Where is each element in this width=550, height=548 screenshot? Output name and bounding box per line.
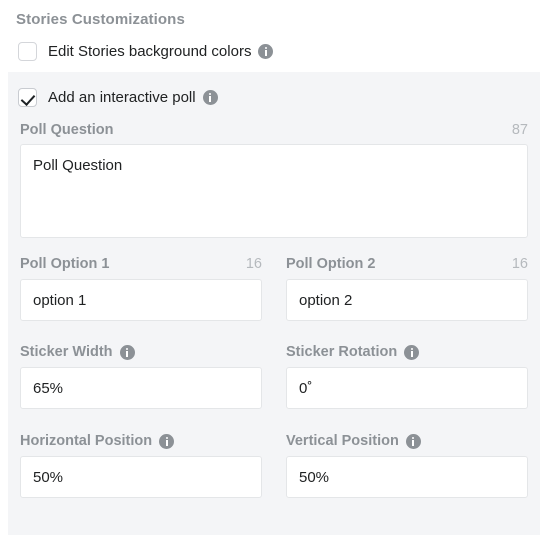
field-header: Vertical Position (286, 432, 528, 450)
field-horizontal-position: Horizontal Position (20, 432, 262, 498)
field-label-poll-question: Poll Question (20, 122, 114, 138)
field-header: Sticker Rotation (286, 343, 528, 361)
field-header: Horizontal Position (20, 432, 262, 450)
vertical-position-input[interactable] (286, 456, 528, 498)
checkbox-label-edit-stories-background-colors[interactable]: Edit Stories background colors (48, 43, 251, 60)
field-label-sticker-width: Sticker Width (20, 344, 113, 360)
poll-question-input[interactable] (20, 144, 528, 238)
poll-option-2-input[interactable] (286, 279, 528, 321)
field-sticker-width: Sticker Width (20, 343, 262, 409)
field-header: Poll Option 2 16 (286, 255, 528, 273)
field-label-wrap-vertical-position: Vertical Position (286, 433, 421, 449)
sticker-rotation-input[interactable] (286, 367, 528, 409)
info-icon[interactable] (159, 433, 175, 449)
checkbox-edit-stories-background-colors[interactable] (18, 41, 37, 61)
info-icon[interactable] (202, 89, 218, 105)
horizontal-position-input[interactable] (20, 456, 262, 498)
info-icon[interactable] (405, 433, 421, 449)
info-icon[interactable] (119, 344, 135, 360)
field-header: Poll Option 1 16 (20, 255, 262, 273)
field-label-horizontal-position: Horizontal Position (20, 433, 153, 449)
field-label-poll-option-2: Poll Option 2 (286, 256, 376, 272)
field-header: Sticker Width (20, 343, 262, 361)
char-counter-poll-option-2: 16 (511, 256, 528, 272)
field-label-wrap-horizontal-position: Horizontal Position (20, 433, 175, 449)
field-poll-option-2: Poll Option 2 16 (286, 255, 528, 321)
sticker-size-row: Sticker Width Sticker Rotation (20, 343, 528, 409)
char-counter-poll-question: 87 (511, 122, 528, 138)
poll-options-row: Poll Option 1 16 Poll Option 2 16 (20, 255, 528, 321)
field-poll-question: Poll Question 87 (20, 122, 528, 238)
option-row-edit-background: Edit Stories background colors (18, 36, 274, 66)
field-poll-option-1: Poll Option 1 16 (20, 255, 262, 321)
field-vertical-position: Vertical Position (286, 432, 528, 498)
info-icon[interactable] (258, 43, 274, 59)
field-header: Poll Question 87 (20, 122, 528, 138)
field-label-poll-option-1: Poll Option 1 (20, 256, 110, 272)
checkbox-add-an-interactive-poll[interactable] (18, 87, 37, 107)
sticker-position-row: Horizontal Position Vertical Position (20, 432, 528, 498)
info-icon[interactable] (404, 344, 420, 360)
option-row-add-poll: Add an interactive poll (18, 82, 218, 112)
field-label-sticker-rotation: Sticker Rotation (286, 344, 398, 360)
field-label-vertical-position: Vertical Position (286, 433, 399, 449)
checkbox-label-add-an-interactive-poll[interactable]: Add an interactive poll (48, 89, 196, 106)
interactive-poll-panel: Add an interactive poll Poll Question 87… (8, 72, 540, 535)
sticker-width-input[interactable] (20, 367, 262, 409)
field-sticker-rotation: Sticker Rotation (286, 343, 528, 409)
field-label-wrap-sticker-rotation: Sticker Rotation (286, 344, 420, 360)
poll-option-1-input[interactable] (20, 279, 262, 321)
field-label-wrap-sticker-width: Sticker Width (20, 344, 135, 360)
char-counter-poll-option-1: 16 (245, 256, 262, 272)
page-title: Stories Customizations (16, 11, 185, 28)
